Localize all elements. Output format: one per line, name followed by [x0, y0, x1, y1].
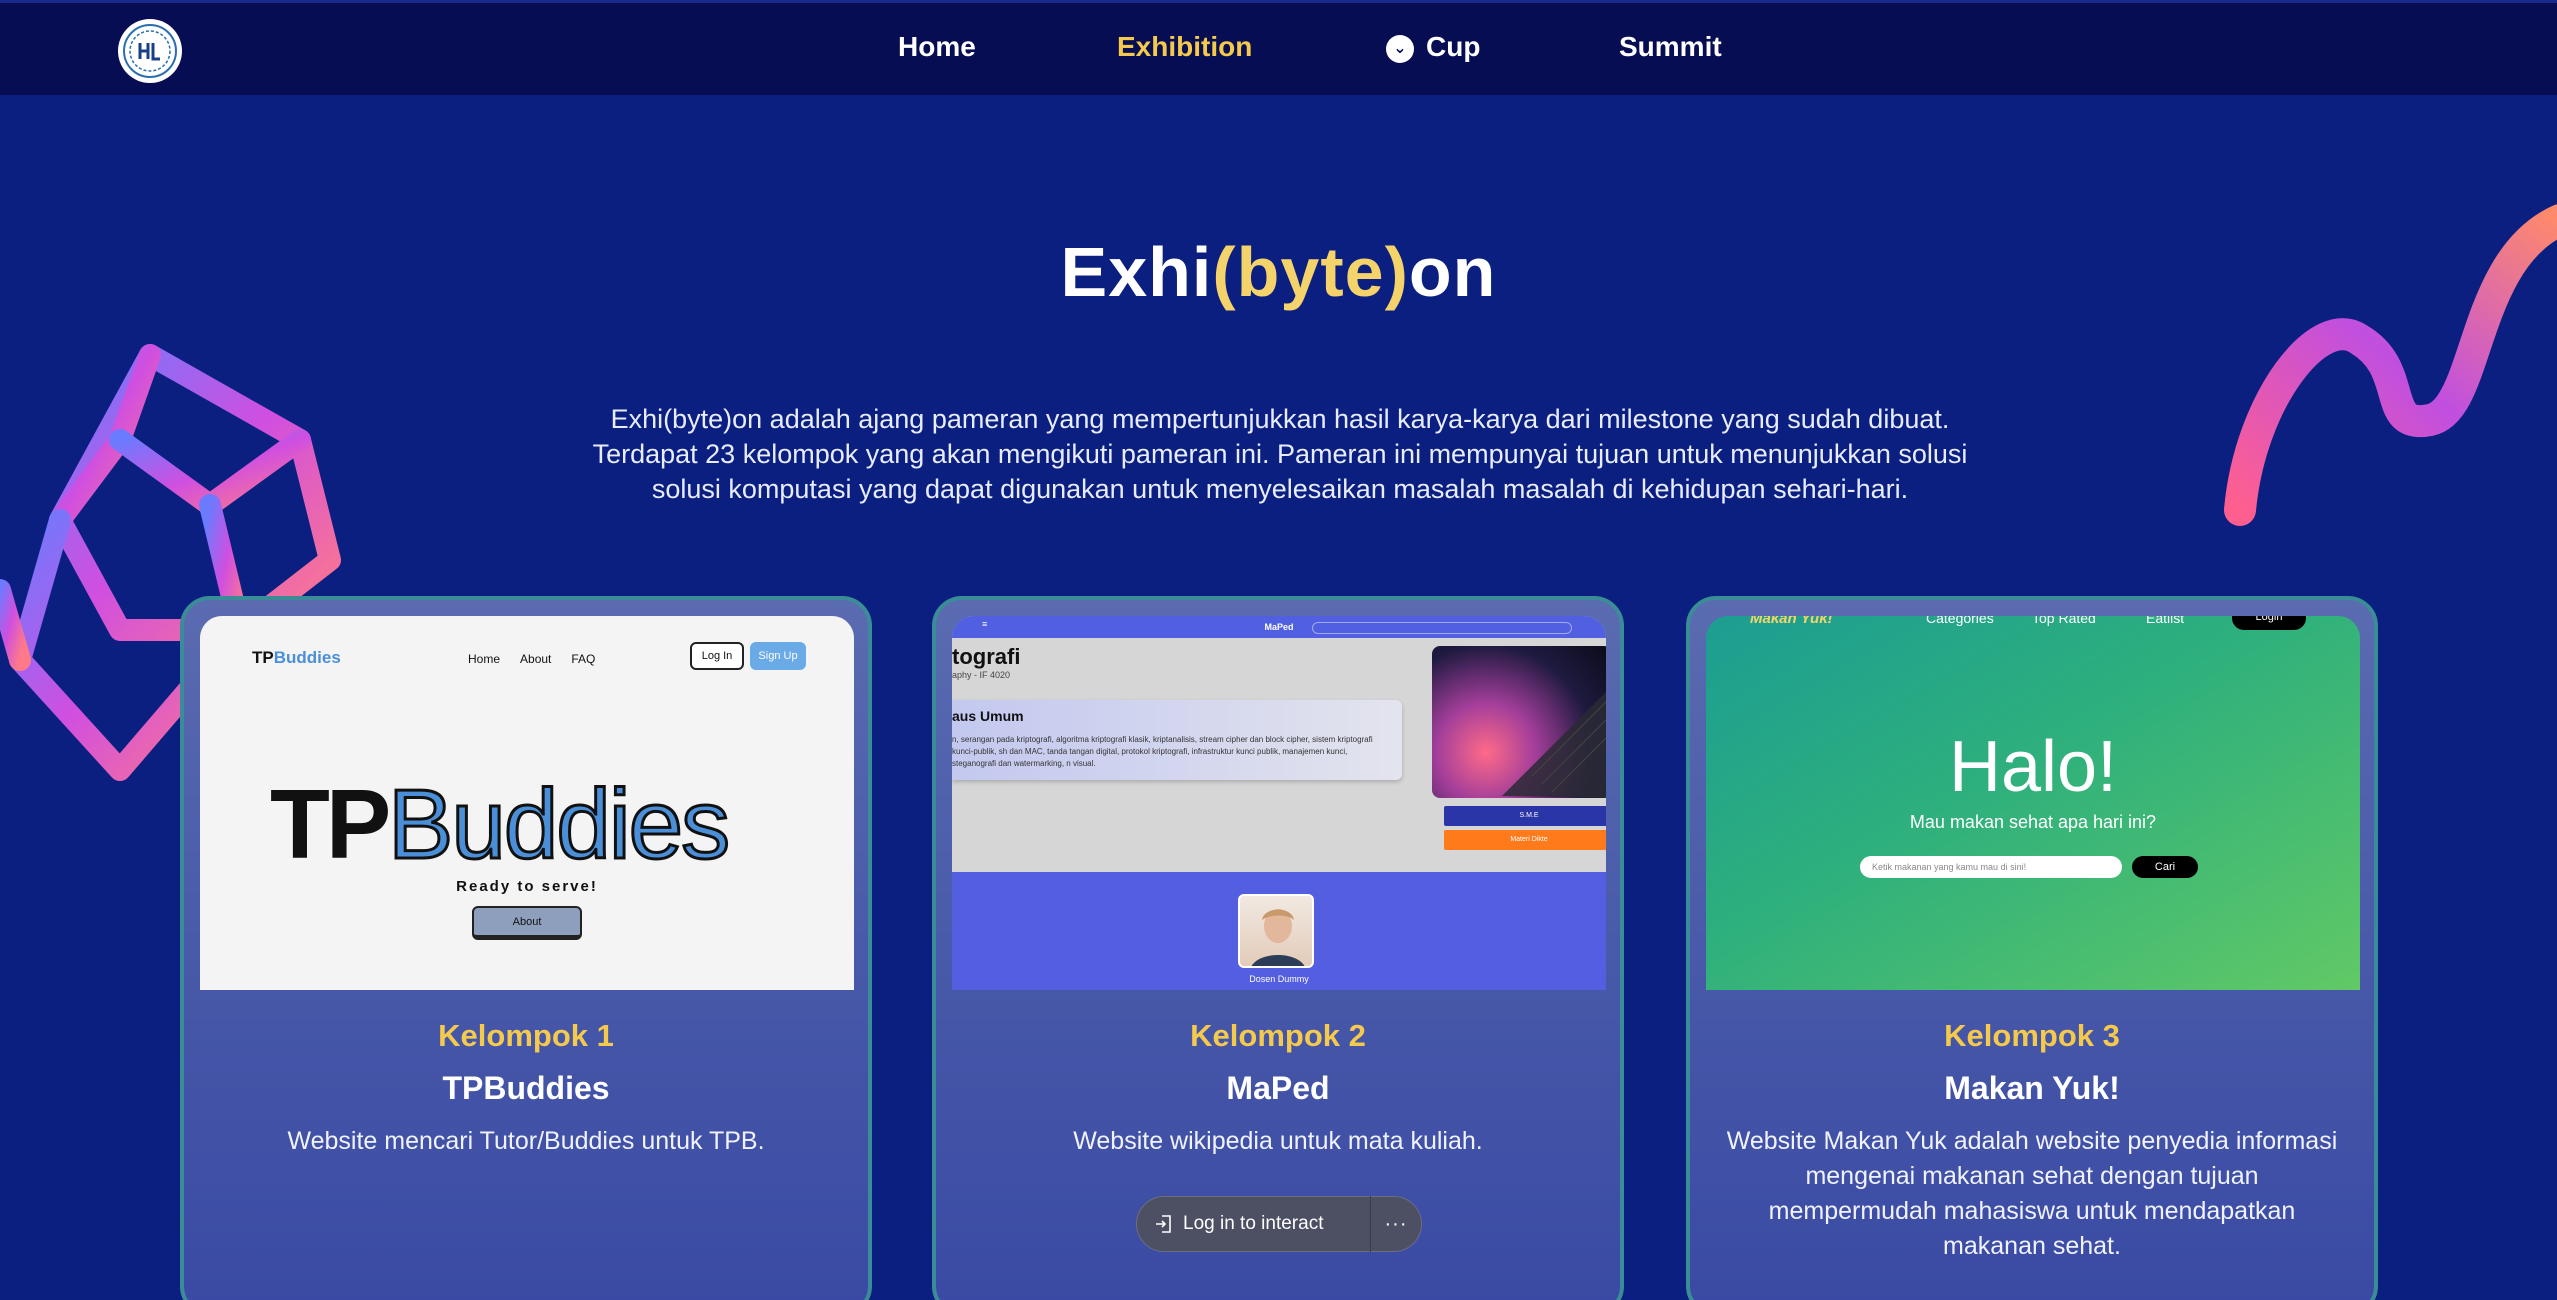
maped-button-2: Materi Dikte	[1444, 830, 1606, 850]
chevron-down-icon: ⌄	[1386, 35, 1414, 63]
title-pre: Exhi	[1060, 233, 1213, 311]
tp-login-button: Log In	[690, 642, 744, 670]
description-line: Exhi(byte)on adalah ajang pameran yang m…	[610, 404, 1950, 434]
tpbuddies-wordmark: TP Buddies	[270, 776, 732, 876]
card-group: Kelompok 1	[438, 1018, 614, 1053]
maped-button-1: S.M.E	[1444, 806, 1606, 826]
project-card-2[interactable]: MaPed ≡ tografi aphy - IF 4020 aus Umum …	[932, 596, 1624, 1300]
tp-logo: TPBuddies	[252, 648, 341, 667]
card-name: Makan Yuk!	[1944, 1070, 2120, 1106]
maped-subheading: aphy - IF 4020	[952, 670, 1011, 680]
nav-exhibition[interactable]: Exhibition	[1117, 31, 1252, 63]
person-name: Dosen Dummy	[1249, 974, 1309, 984]
nav-home[interactable]: Home	[898, 31, 976, 63]
top-navbar: Home Exhibition ⌄ Cup Summit	[0, 0, 2557, 95]
card-group: Kelompok 3	[1944, 1018, 2120, 1053]
tp-links: Home About FAQ	[468, 652, 596, 666]
title-post: on	[1408, 233, 1497, 311]
more-options-icon[interactable]: ···	[1371, 1213, 1421, 1236]
tp-signup-button: Sign Up	[750, 642, 806, 670]
card-description: Website Makan Yuk adalah website penyedi…	[1726, 1127, 2338, 1260]
menu-icon: ≡	[982, 619, 988, 629]
card-group: Kelompok 2	[1190, 1018, 1366, 1053]
svg-text:TP: TP	[270, 776, 389, 876]
nav-cup-label: Cup	[1426, 31, 1481, 62]
maped-search	[1312, 622, 1572, 634]
svg-text:Buddies: Buddies	[388, 776, 728, 876]
makanyuk-search-button: Cari	[2132, 856, 2198, 878]
avatar	[1238, 894, 1314, 968]
nav-cup[interactable]: ⌄ Cup	[1386, 31, 1480, 63]
nav-summit[interactable]: Summit	[1619, 31, 1722, 63]
description-line: Terdapat 23 kelompok yang akan mengikuti…	[592, 439, 1968, 469]
card-description: Website wikipedia untuk mata kuliah.	[1073, 1127, 1483, 1155]
card-name: MaPed	[1226, 1070, 1330, 1106]
login-to-interact-toast[interactable]: Log in to interact ···	[1136, 1196, 1422, 1252]
toast-label[interactable]: Log in to interact	[1183, 1213, 1370, 1235]
hero-description: Exhi(byte)on adalah ajang pameran yang m…	[520, 402, 2040, 507]
project-screenshot: Makan Yuk! Categories Top Rated Eatlist …	[1706, 616, 2360, 990]
tp-about-button: About	[472, 906, 582, 940]
project-card-1[interactable]: TPBuddies Home About FAQ Log In Sign Up TP…	[180, 596, 872, 1300]
login-arrow-icon	[1156, 1215, 1171, 1233]
laptop-image	[1432, 646, 1606, 798]
project-card-3[interactable]: Makan Yuk! Categories Top Rated Eatlist …	[1686, 596, 2378, 1300]
makanyuk-question: Mau makan sehat apa hari ini?	[1909, 812, 2157, 832]
page-title: Exhi(byte)on	[0, 232, 2557, 312]
card-description: Website mencari Tutor/Buddies untuk TPB.	[287, 1127, 765, 1155]
hmif-logo-icon[interactable]	[118, 19, 182, 83]
makanyuk-greeting: Halo!	[1948, 727, 2118, 807]
description-line: solusi komputasi yang dapat digunakan un…	[651, 474, 1909, 504]
card-name: TPBuddies	[442, 1070, 610, 1106]
maped-heading: tografi	[952, 644, 1021, 669]
tp-tagline: Ready to serve!	[456, 878, 598, 895]
title-highlight: (byte)	[1212, 233, 1409, 311]
maped-info-box: aus Umum n, serangan pada kriptografi, a…	[952, 700, 1402, 780]
makanyuk-search-input: Ketik makanan yang kamu mau di sini!	[1860, 856, 2122, 878]
project-screenshot: TPBuddies Home About FAQ Log In Sign Up TP…	[200, 616, 854, 990]
project-screenshot: MaPed ≡ tografi aphy - IF 4020 aus Umum …	[952, 616, 1606, 990]
